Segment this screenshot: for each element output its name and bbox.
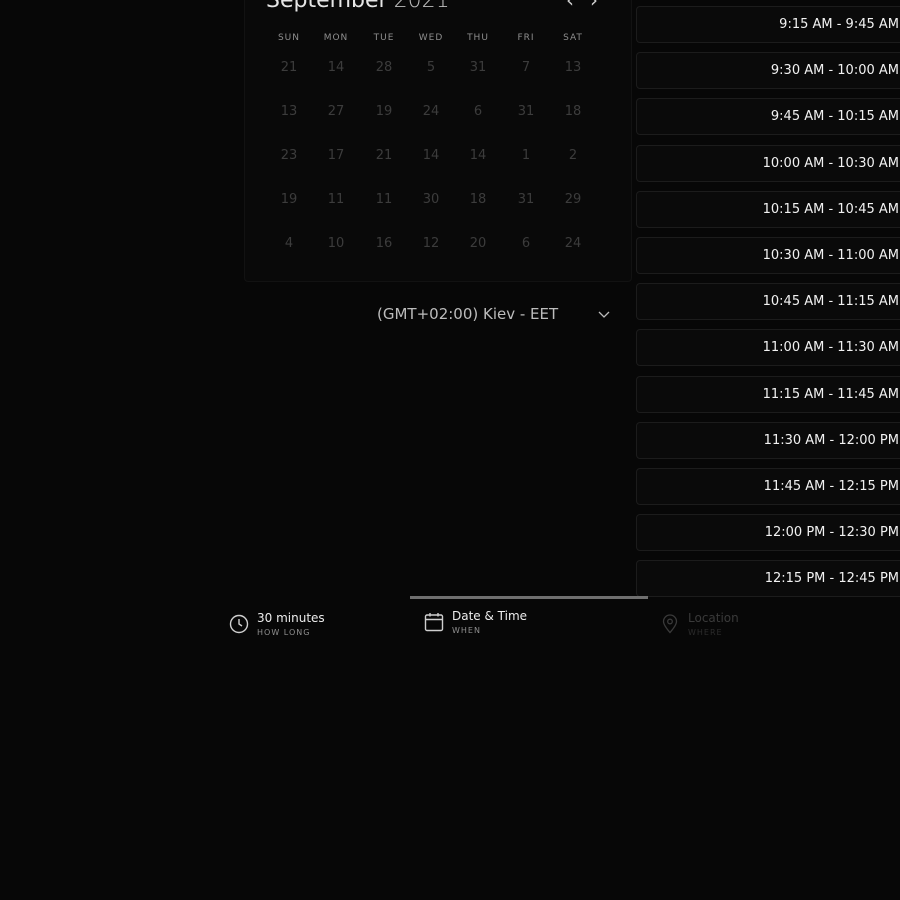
location-pin-icon: [662, 614, 678, 634]
step-progress-bar: [410, 596, 648, 599]
chevron-down-icon: [598, 311, 610, 318]
calendar-day[interactable]: 21: [364, 145, 404, 167]
timezone-select[interactable]: (GMT+02:00) Kiev - EET: [370, 302, 614, 328]
calendar-day[interactable]: 6: [506, 233, 546, 255]
time-slot-button[interactable]: 10:15 AM - 10:45 AM: [636, 190, 900, 228]
time-slot-button[interactable]: 12:00 PM - 12:30 PM: [636, 514, 900, 552]
calendar-day[interactable]: 29: [553, 189, 593, 211]
calendar-day[interactable]: 16: [364, 233, 404, 255]
calendar-day[interactable]: 14: [411, 145, 451, 167]
calendar-day[interactable]: 31: [506, 101, 546, 123]
month-label: September: [266, 0, 388, 13]
calendar-day[interactable]: 17: [316, 145, 356, 167]
date-time-value: Date & Time: [452, 609, 528, 623]
time-slot-button[interactable]: 11:45 AM - 12:15 PM: [636, 468, 900, 505]
time-slot-button[interactable]: 10:30 AM - 11:00 AM: [636, 237, 900, 274]
time-slot-label: 10:30 AM - 11:00 AM: [762, 248, 899, 263]
calendar-day[interactable]: 4: [269, 233, 309, 255]
weekday-label: WED: [418, 33, 444, 43]
calendar-day[interactable]: 24: [411, 101, 451, 123]
time-slot-label: 12:00 PM - 12:30 PM: [764, 525, 899, 541]
calendar-day[interactable]: 2: [553, 145, 593, 167]
time-slot-label: 9:30 AM - 10:00 AM: [770, 63, 899, 79]
calendar-day[interactable]: 14: [316, 57, 356, 79]
prev-month-button[interactable]: ‹: [566, 0, 574, 12]
time-slot-button[interactable]: 12:15 PM - 12:45 PM: [636, 560, 900, 598]
calendar-day[interactable]: 31: [506, 189, 546, 211]
time-slot-button[interactable]: 11:15 AM - 11:45 AM: [636, 375, 900, 413]
month-title: September 2021: [266, 0, 450, 13]
timezone-label: (GMT+02:00) Kiev - EET: [377, 305, 559, 323]
time-slot-label: 11:15 AM - 11:45 AM: [762, 386, 899, 402]
location-value: Location: [688, 611, 739, 625]
calendar-day[interactable]: 6: [458, 101, 498, 123]
calendar-day[interactable]: 11: [316, 189, 356, 211]
time-slot-button[interactable]: 9:15 AM - 9:45 AM: [636, 6, 900, 43]
weekday-label: SAT: [563, 33, 583, 43]
time-slot-label: 12:15 PM - 12:45 PM: [764, 571, 899, 587]
time-slot-label: 11:00 AM - 11:30 AM: [762, 340, 899, 356]
calendar-icon: [424, 613, 444, 632]
weekday-label: TUE: [373, 33, 395, 43]
time-slot-label: 10:45 AM - 11:15 AM: [762, 294, 899, 310]
time-slot-button[interactable]: 9:45 AM - 10:15 AM: [636, 98, 900, 136]
date-time-caption: WHEN: [452, 626, 481, 635]
weekday-label: THU: [467, 33, 489, 43]
next-month-button[interactable]: ›: [590, 0, 598, 12]
calendar-day[interactable]: 23: [269, 145, 309, 167]
time-slot-button[interactable]: 11:00 AM - 11:30 AM: [636, 329, 900, 367]
year-label: 2021: [393, 0, 450, 13]
clock-icon: [229, 614, 249, 634]
time-slot-button[interactable]: 9:30 AM - 10:00 AM: [636, 52, 900, 90]
calendar-day[interactable]: 20: [458, 233, 498, 255]
time-slot-label: 11:45 AM - 12:15 PM: [763, 479, 899, 494]
calendar-day[interactable]: 19: [269, 189, 309, 211]
calendar-day[interactable]: 18: [553, 101, 593, 123]
weekday-label: FRI: [517, 33, 535, 43]
calendar-day[interactable]: 27: [316, 101, 356, 123]
time-slot-label: 10:00 AM - 10:30 AM: [762, 155, 899, 171]
calendar-day[interactable]: 5: [411, 57, 451, 79]
calendar-day[interactable]: 13: [269, 101, 309, 123]
calendar-day[interactable]: 21: [269, 57, 309, 79]
calendar-day[interactable]: 19: [364, 101, 404, 123]
calendar-day[interactable]: 14: [458, 145, 498, 167]
time-slot-label: 11:30 AM - 12:00 PM: [763, 432, 899, 448]
weekday-header: SUN MON TUE WED THU FRI SAT: [265, 33, 597, 45]
time-slot-label: 9:45 AM - 10:15 AM: [770, 109, 899, 125]
calendar-day[interactable]: 12: [411, 233, 451, 255]
time-slot-button[interactable]: 10:45 AM - 11:15 AM: [636, 283, 900, 321]
weekday-label: MON: [323, 33, 349, 43]
calendar-day[interactable]: 1: [506, 145, 546, 167]
calendar-day[interactable]: 10: [316, 233, 356, 255]
calendar-day[interactable]: 7: [506, 57, 546, 79]
time-slot-button[interactable]: 11:30 AM - 12:00 PM: [636, 421, 900, 459]
calendar-day[interactable]: 11: [364, 189, 404, 211]
time-slot-label: 10:15 AM - 10:45 AM: [762, 201, 899, 217]
calendar-day[interactable]: 18: [458, 189, 498, 211]
calendar-day[interactable]: 13: [553, 57, 593, 79]
location-caption: WHERE: [688, 628, 723, 637]
calendar-day[interactable]: 30: [411, 189, 451, 211]
calendar-day[interactable]: 31: [458, 57, 498, 79]
duration-caption: HOW LONG: [257, 628, 311, 637]
calendar-day[interactable]: 24: [553, 233, 593, 255]
calendar-day[interactable]: 28: [364, 57, 404, 79]
weekday-label: SUN: [277, 33, 301, 43]
duration-value: 30 minutes: [257, 611, 325, 625]
time-slot-label: 9:15 AM - 9:45 AM: [779, 17, 899, 32]
time-slot-button[interactable]: 10:00 AM - 10:30 AM: [636, 144, 900, 182]
